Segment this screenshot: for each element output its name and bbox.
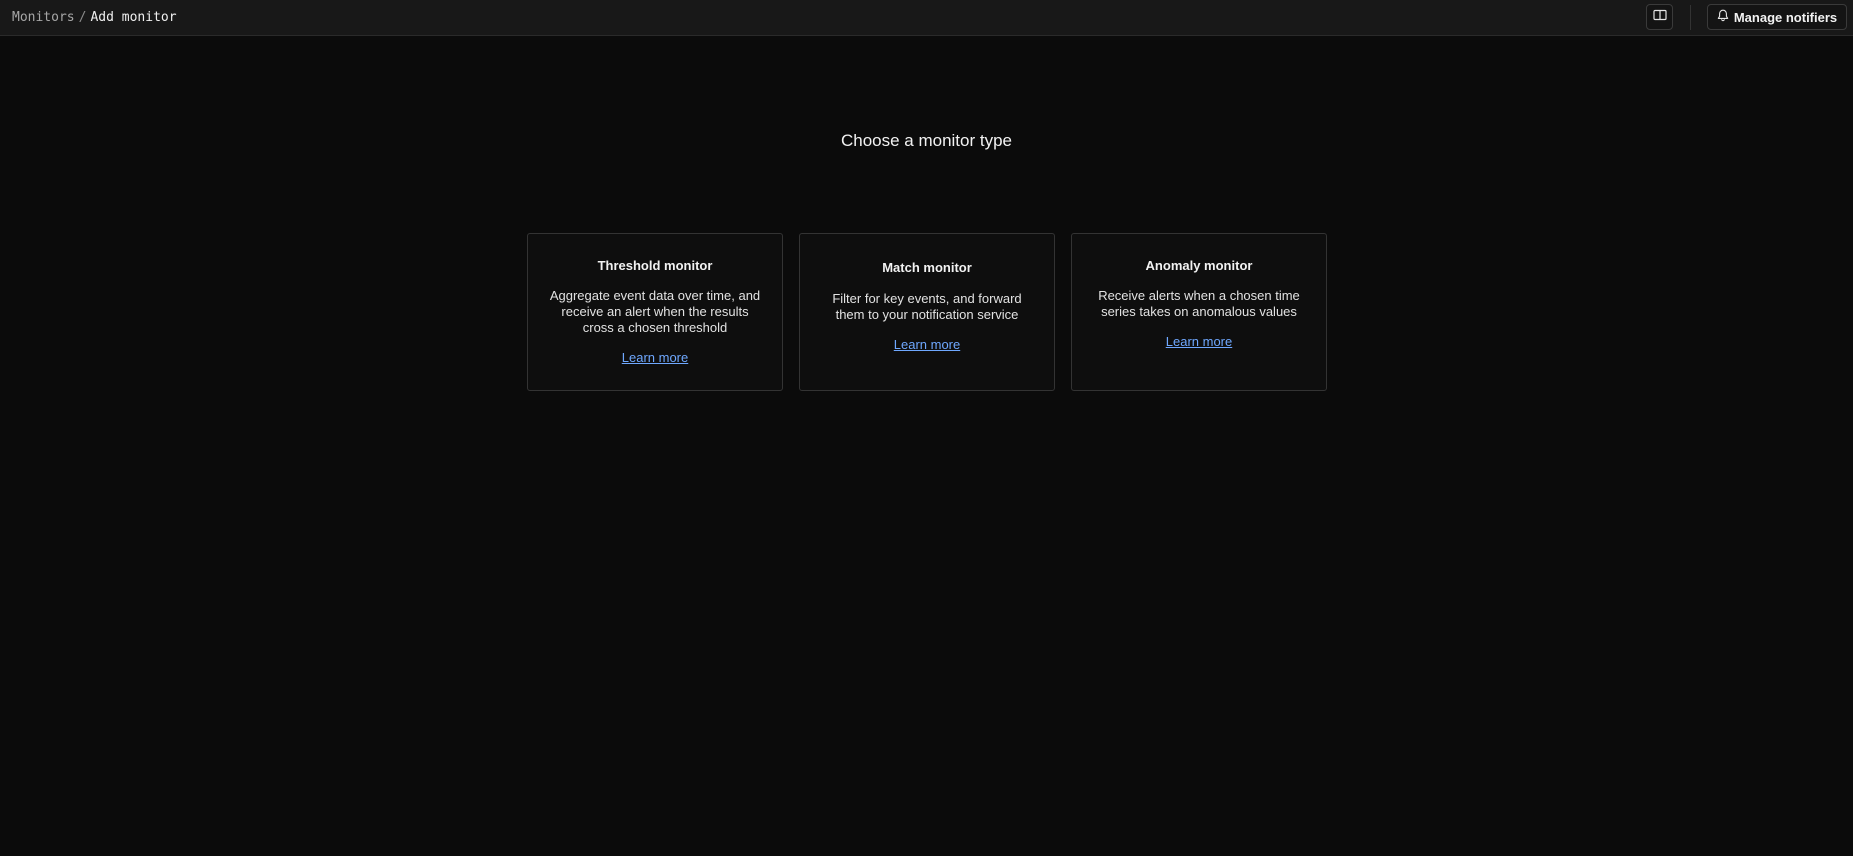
breadcrumb-monitors-link[interactable]: Monitors	[12, 10, 75, 25]
breadcrumb: Monitors / Add monitor	[12, 0, 177, 35]
toolbar-divider	[1690, 5, 1691, 30]
anomaly-monitor-card[interactable]: Anomaly monitor Receive alerts when a ch…	[1071, 233, 1327, 391]
match-monitor-card[interactable]: Match monitor Filter for key events, and…	[799, 233, 1055, 391]
card-description: Receive alerts when a chosen time series…	[1098, 288, 1300, 319]
docs-button[interactable]	[1646, 4, 1673, 30]
manage-notifiers-label: Manage notifiers	[1733, 9, 1838, 25]
page-title: Choose a monitor type	[840, 131, 1013, 150]
learn-more-link[interactable]: Learn more	[894, 337, 960, 352]
learn-more-link[interactable]: Learn more	[1166, 334, 1232, 349]
manage-notifiers-button[interactable]: Manage notifiers	[1707, 4, 1847, 30]
threshold-monitor-card[interactable]: Threshold monitor Aggregate event data o…	[527, 233, 783, 391]
card-title: Threshold monitor	[597, 258, 713, 273]
card-title: Match monitor	[882, 260, 972, 275]
breadcrumb-current-page: Add monitor	[90, 10, 177, 25]
card-description: Aggregate event data over time, and rece…	[549, 288, 761, 335]
card-description: Filter for key events, and forward them …	[832, 291, 1022, 322]
card-title: Anomaly monitor	[1145, 258, 1253, 273]
learn-more-link[interactable]: Learn more	[622, 350, 688, 365]
top-bar: Monitors / Add monitor Manage notifiers	[0, 0, 1853, 36]
breadcrumb-separator: /	[78, 10, 87, 25]
book-icon	[1652, 8, 1667, 26]
bell-icon	[1717, 9, 1729, 25]
